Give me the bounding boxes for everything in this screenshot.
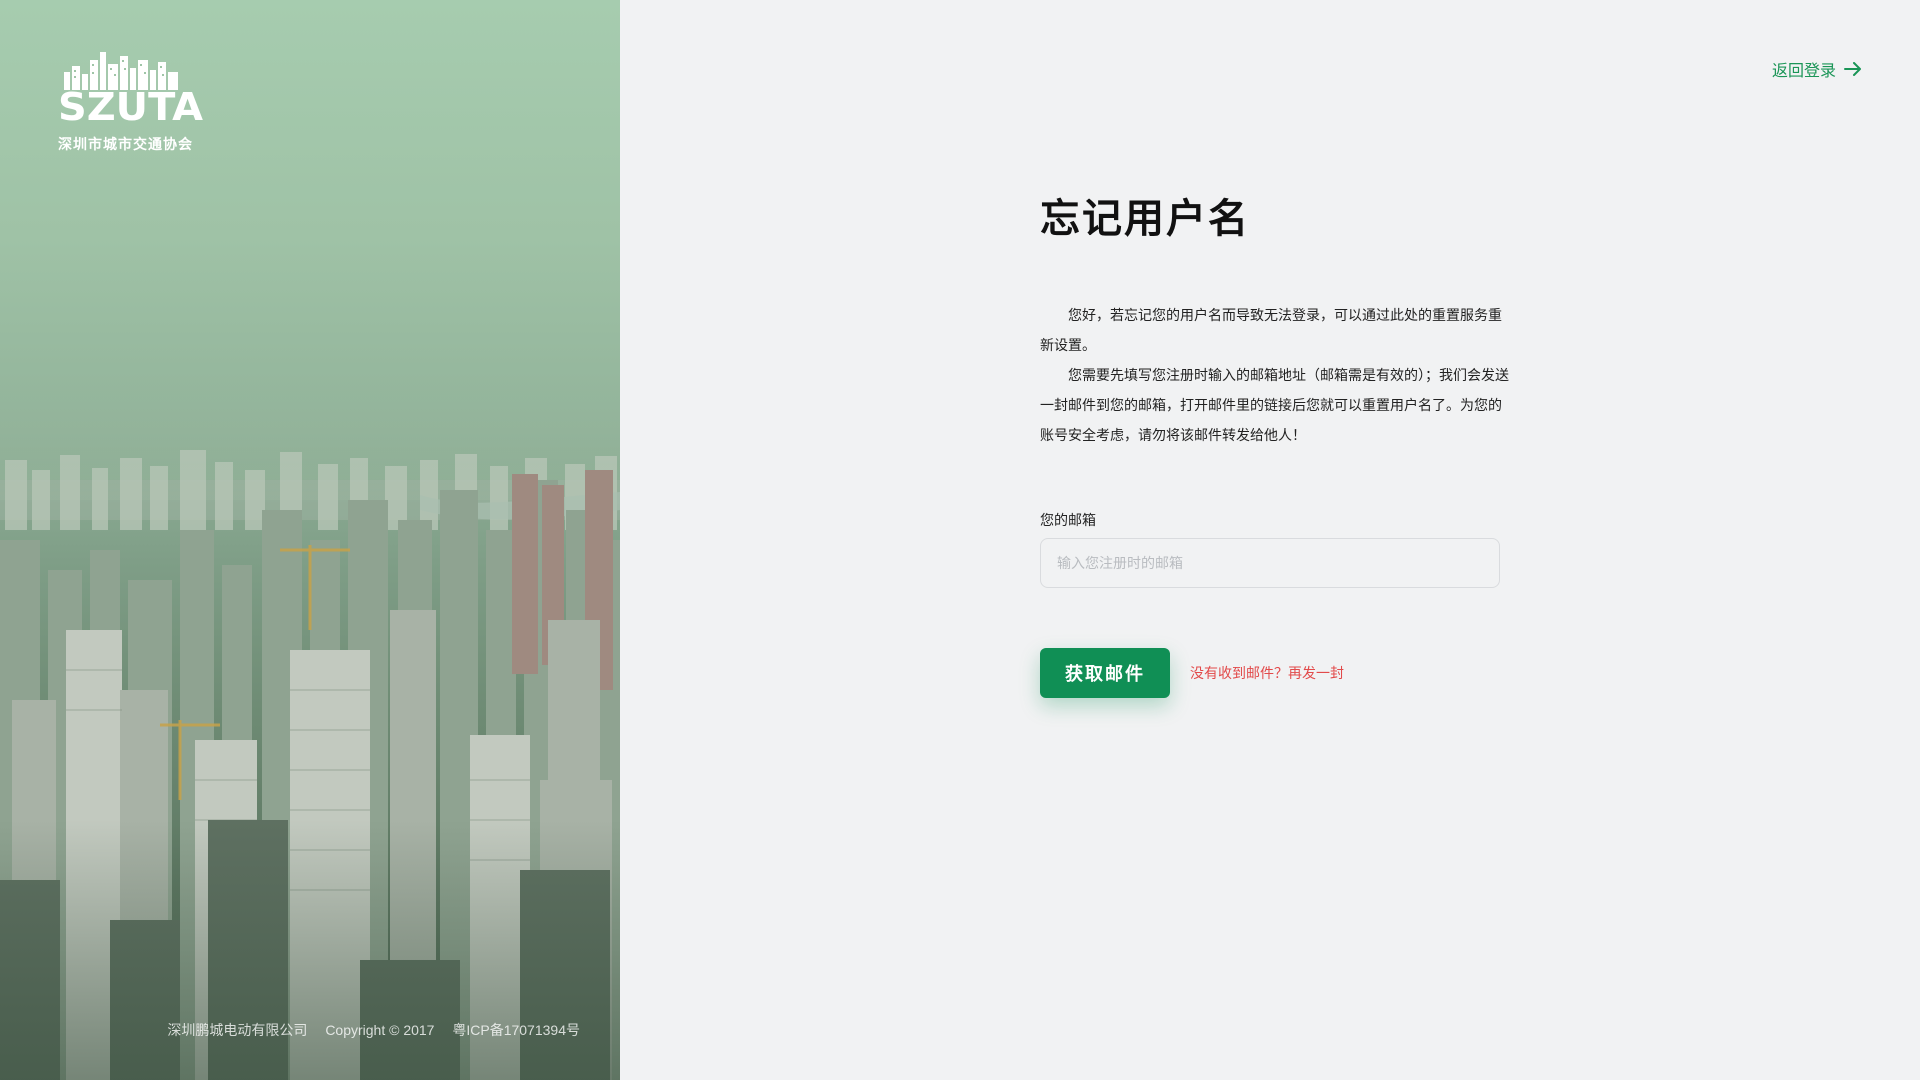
forgot-username-form: 忘记用户名 您好，若忘记您的用户名而导致无法登录，可以通过此处的重置服务重新设置…: [1040, 186, 1510, 698]
footer-copyright: Copyright © 2017: [325, 1022, 435, 1038]
footer: 深圳鹏城电动有限公司 Copyright © 2017 粤ICP备1707139…: [153, 1020, 580, 1040]
logo-mark: SZUTA: [58, 85, 204, 129]
email-label: 您的邮箱: [1040, 512, 1096, 528]
logo: SZUTA 深圳市城市交通协会: [58, 50, 208, 154]
instructions-paragraph-1: 您好，若忘记您的用户名而导致无法登录，可以通过此处的重置服务重新设置。: [1040, 307, 1502, 353]
email-field[interactable]: [1040, 538, 1500, 588]
footer-icp: 粤ICP备17071394号: [452, 1022, 580, 1038]
branding-panel: SZUTA 深圳市城市交通协会 深圳鹏城电动有限公司 Copyright © 2…: [0, 0, 620, 1080]
instructions: 您好，若忘记您的用户名而导致无法登录，可以通过此处的重置服务重新设置。 您需要先…: [1040, 300, 1510, 450]
back-to-login-link[interactable]: 返回登录: [1772, 57, 1862, 81]
resend-email-link[interactable]: 没有收到邮件？再发一封: [1190, 663, 1344, 683]
page-title: 忘记用户名: [1040, 197, 1250, 241]
form-actions: 获取邮件 没有收到邮件？再发一封: [1040, 648, 1510, 698]
instructions-paragraph-2: 您需要先填写您注册时输入的邮箱地址（邮箱需是有效的）；我们会发送一封邮件到您的邮…: [1040, 367, 1509, 443]
page: SZUTA 深圳市城市交通协会 深圳鹏城电动有限公司 Copyright © 2…: [0, 0, 1920, 1080]
footer-company: 深圳鹏城电动有限公司: [167, 1022, 308, 1038]
arrow-right-icon: [1844, 62, 1861, 76]
get-email-button[interactable]: 获取邮件: [1040, 648, 1170, 698]
back-to-login-label: 返回登录: [1771, 63, 1836, 80]
logo-subtitle: 深圳市城市交通协会: [58, 136, 193, 152]
form-panel: 返回登录 忘记用户名 您好，若忘记您的用户名而导致无法登录，可以通过此处的重置服…: [620, 0, 1920, 1080]
bottom-shade: [0, 820, 620, 1080]
logo-skyline-icon: [64, 52, 178, 90]
